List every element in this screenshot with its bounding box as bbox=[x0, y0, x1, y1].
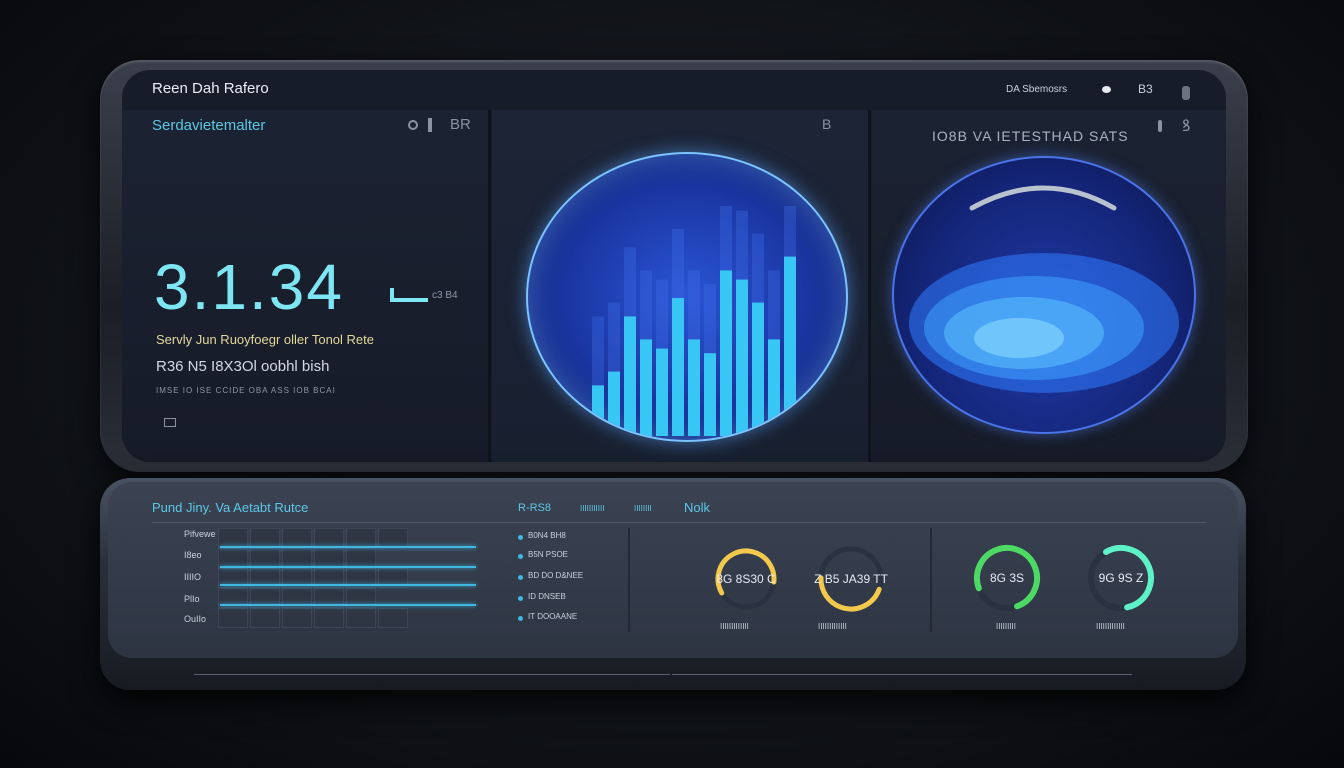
status-text: DA Sbemosrs bbox=[1006, 84, 1068, 95]
pin-icon[interactable] bbox=[1158, 120, 1162, 132]
row-label: PlIo bbox=[184, 594, 200, 604]
link-icon[interactable]: ꝸ bbox=[1182, 114, 1190, 136]
big-value: 3.1.34 bbox=[154, 251, 344, 323]
grid-cell[interactable] bbox=[250, 608, 280, 628]
grid-cell[interactable] bbox=[218, 608, 248, 628]
gauge-caption: IIIIIIIIIIIII bbox=[720, 622, 749, 631]
gauge-label: Z B5 JA39 TT bbox=[814, 572, 888, 586]
legend-item[interactable]: IT DOOAANE bbox=[528, 612, 577, 621]
radial-visual bbox=[909, 185, 1179, 393]
legend-item[interactable]: ID DNSEB bbox=[528, 592, 566, 601]
grid-cell[interactable] bbox=[282, 548, 312, 568]
row-highlight bbox=[220, 584, 476, 586]
grid-cell[interactable] bbox=[282, 608, 312, 628]
row-label: IIIIO bbox=[184, 572, 202, 582]
grid-cell[interactable] bbox=[250, 548, 280, 568]
divider bbox=[868, 110, 871, 462]
settings-icon[interactable] bbox=[408, 120, 418, 130]
chart-bar bbox=[752, 302, 764, 436]
orb-arc bbox=[969, 185, 1117, 211]
panel-subtitle: Servly Jun Ruoyfoegr oller Tonol Rete bbox=[156, 332, 374, 347]
grid-cell[interactable] bbox=[314, 608, 344, 628]
grid-cell[interactable] bbox=[314, 548, 344, 568]
chart-bar bbox=[736, 279, 748, 436]
gauge-label: 8G 8S30 C bbox=[716, 572, 776, 586]
divider bbox=[628, 528, 630, 632]
row-label: I8eo bbox=[184, 550, 202, 560]
grid-cell[interactable] bbox=[346, 528, 376, 548]
gauge: Z B5 JA39 TT bbox=[806, 544, 896, 614]
radial-orb bbox=[892, 156, 1196, 434]
chart-bar bbox=[656, 348, 668, 436]
toolbar-label[interactable]: BR bbox=[450, 116, 471, 133]
bezel-line bbox=[194, 674, 670, 689]
legend-item[interactable]: B5N PSOE bbox=[528, 550, 568, 559]
grid-cell[interactable] bbox=[346, 548, 376, 568]
window-title: Reen Dah Rafero bbox=[152, 80, 269, 97]
trend-icon bbox=[390, 288, 428, 302]
gauge: 8G 3S bbox=[962, 542, 1052, 614]
gauge: 8G 8S30 C bbox=[706, 544, 786, 614]
chart-bar bbox=[640, 339, 652, 436]
bar-chart bbox=[592, 206, 796, 436]
row-label: Pifvewe bbox=[184, 529, 216, 539]
list-icon[interactable] bbox=[164, 418, 176, 427]
gauge: 9G 9S Z bbox=[1076, 542, 1166, 614]
bottom-title: Pund Jiny. Va Aetabt Rutce bbox=[152, 500, 309, 515]
wave-layer bbox=[974, 318, 1064, 358]
bar-chart-orb bbox=[526, 152, 848, 442]
legend-dot bbox=[518, 596, 523, 601]
gauge-label: 9G 9S Z bbox=[1098, 571, 1144, 585]
status-icon-label[interactable]: B3 bbox=[1138, 82, 1153, 96]
tab-2[interactable]: IIIIIIIIIII bbox=[580, 504, 604, 513]
value-suffix: c3 B4 bbox=[432, 290, 458, 301]
camera-icon bbox=[1182, 86, 1190, 100]
chart-bar bbox=[672, 298, 684, 436]
divider bbox=[930, 528, 932, 632]
divider bbox=[488, 110, 491, 462]
chart-bar bbox=[704, 353, 716, 436]
data-grid bbox=[178, 528, 478, 632]
pin-icon[interactable] bbox=[428, 118, 432, 132]
panel-heading: Serdavietemalter bbox=[152, 117, 266, 134]
legend-item[interactable]: B0N4 BH8 bbox=[528, 531, 566, 540]
grid-cell[interactable] bbox=[250, 528, 280, 548]
row-highlight bbox=[220, 604, 476, 606]
top-screen: Reen Dah Rafero DA Sbemosrs B3 Serdaviet… bbox=[122, 70, 1226, 462]
tab-4[interactable]: Nolk bbox=[684, 500, 710, 515]
header-rule bbox=[152, 522, 1206, 523]
gauge-caption: IIIIIIIIIIIII bbox=[1096, 622, 1125, 631]
legend-dot bbox=[518, 616, 523, 621]
panel3-heading: IO8B VA IETESTHAD SATS bbox=[932, 128, 1129, 144]
legend-dot bbox=[518, 535, 523, 540]
grid-cell[interactable] bbox=[282, 528, 312, 548]
row-label: OuIIo bbox=[184, 614, 207, 624]
chart-bar bbox=[624, 316, 636, 436]
bezel-line bbox=[672, 674, 1132, 689]
legend-dot bbox=[518, 554, 523, 559]
row-highlight bbox=[220, 546, 476, 548]
tab-1[interactable]: R-RS8 bbox=[518, 502, 551, 514]
chart-bar bbox=[720, 270, 732, 436]
status-dot-icon[interactable] bbox=[1102, 86, 1111, 93]
legend-item[interactable]: BD DO D&NEE bbox=[528, 571, 583, 580]
fine-print: IMSE IO ISE CCIDE OBA ASS IOB BCAI bbox=[156, 386, 336, 395]
gauge-caption: IIIIIIIIIIIII bbox=[818, 622, 847, 631]
panel-detail: R36 N5 I8X3Ol oobhl bish bbox=[156, 358, 330, 375]
chart-bar bbox=[688, 339, 700, 436]
tab-3[interactable]: IIIIIIII bbox=[634, 504, 652, 513]
grid-cell[interactable] bbox=[378, 608, 408, 628]
gauge-label: 8G 3S bbox=[989, 571, 1025, 585]
row-highlight bbox=[220, 566, 476, 568]
legend-dot bbox=[518, 575, 523, 580]
grid-cell[interactable] bbox=[314, 528, 344, 548]
grid-cell[interactable] bbox=[378, 528, 408, 548]
gauge-caption: IIIIIIIII bbox=[996, 622, 1017, 631]
grid-cell[interactable] bbox=[346, 608, 376, 628]
panel2-toolbar-label[interactable]: B bbox=[822, 116, 831, 132]
grid-cell[interactable] bbox=[218, 528, 248, 548]
grid-cell[interactable] bbox=[218, 548, 248, 568]
